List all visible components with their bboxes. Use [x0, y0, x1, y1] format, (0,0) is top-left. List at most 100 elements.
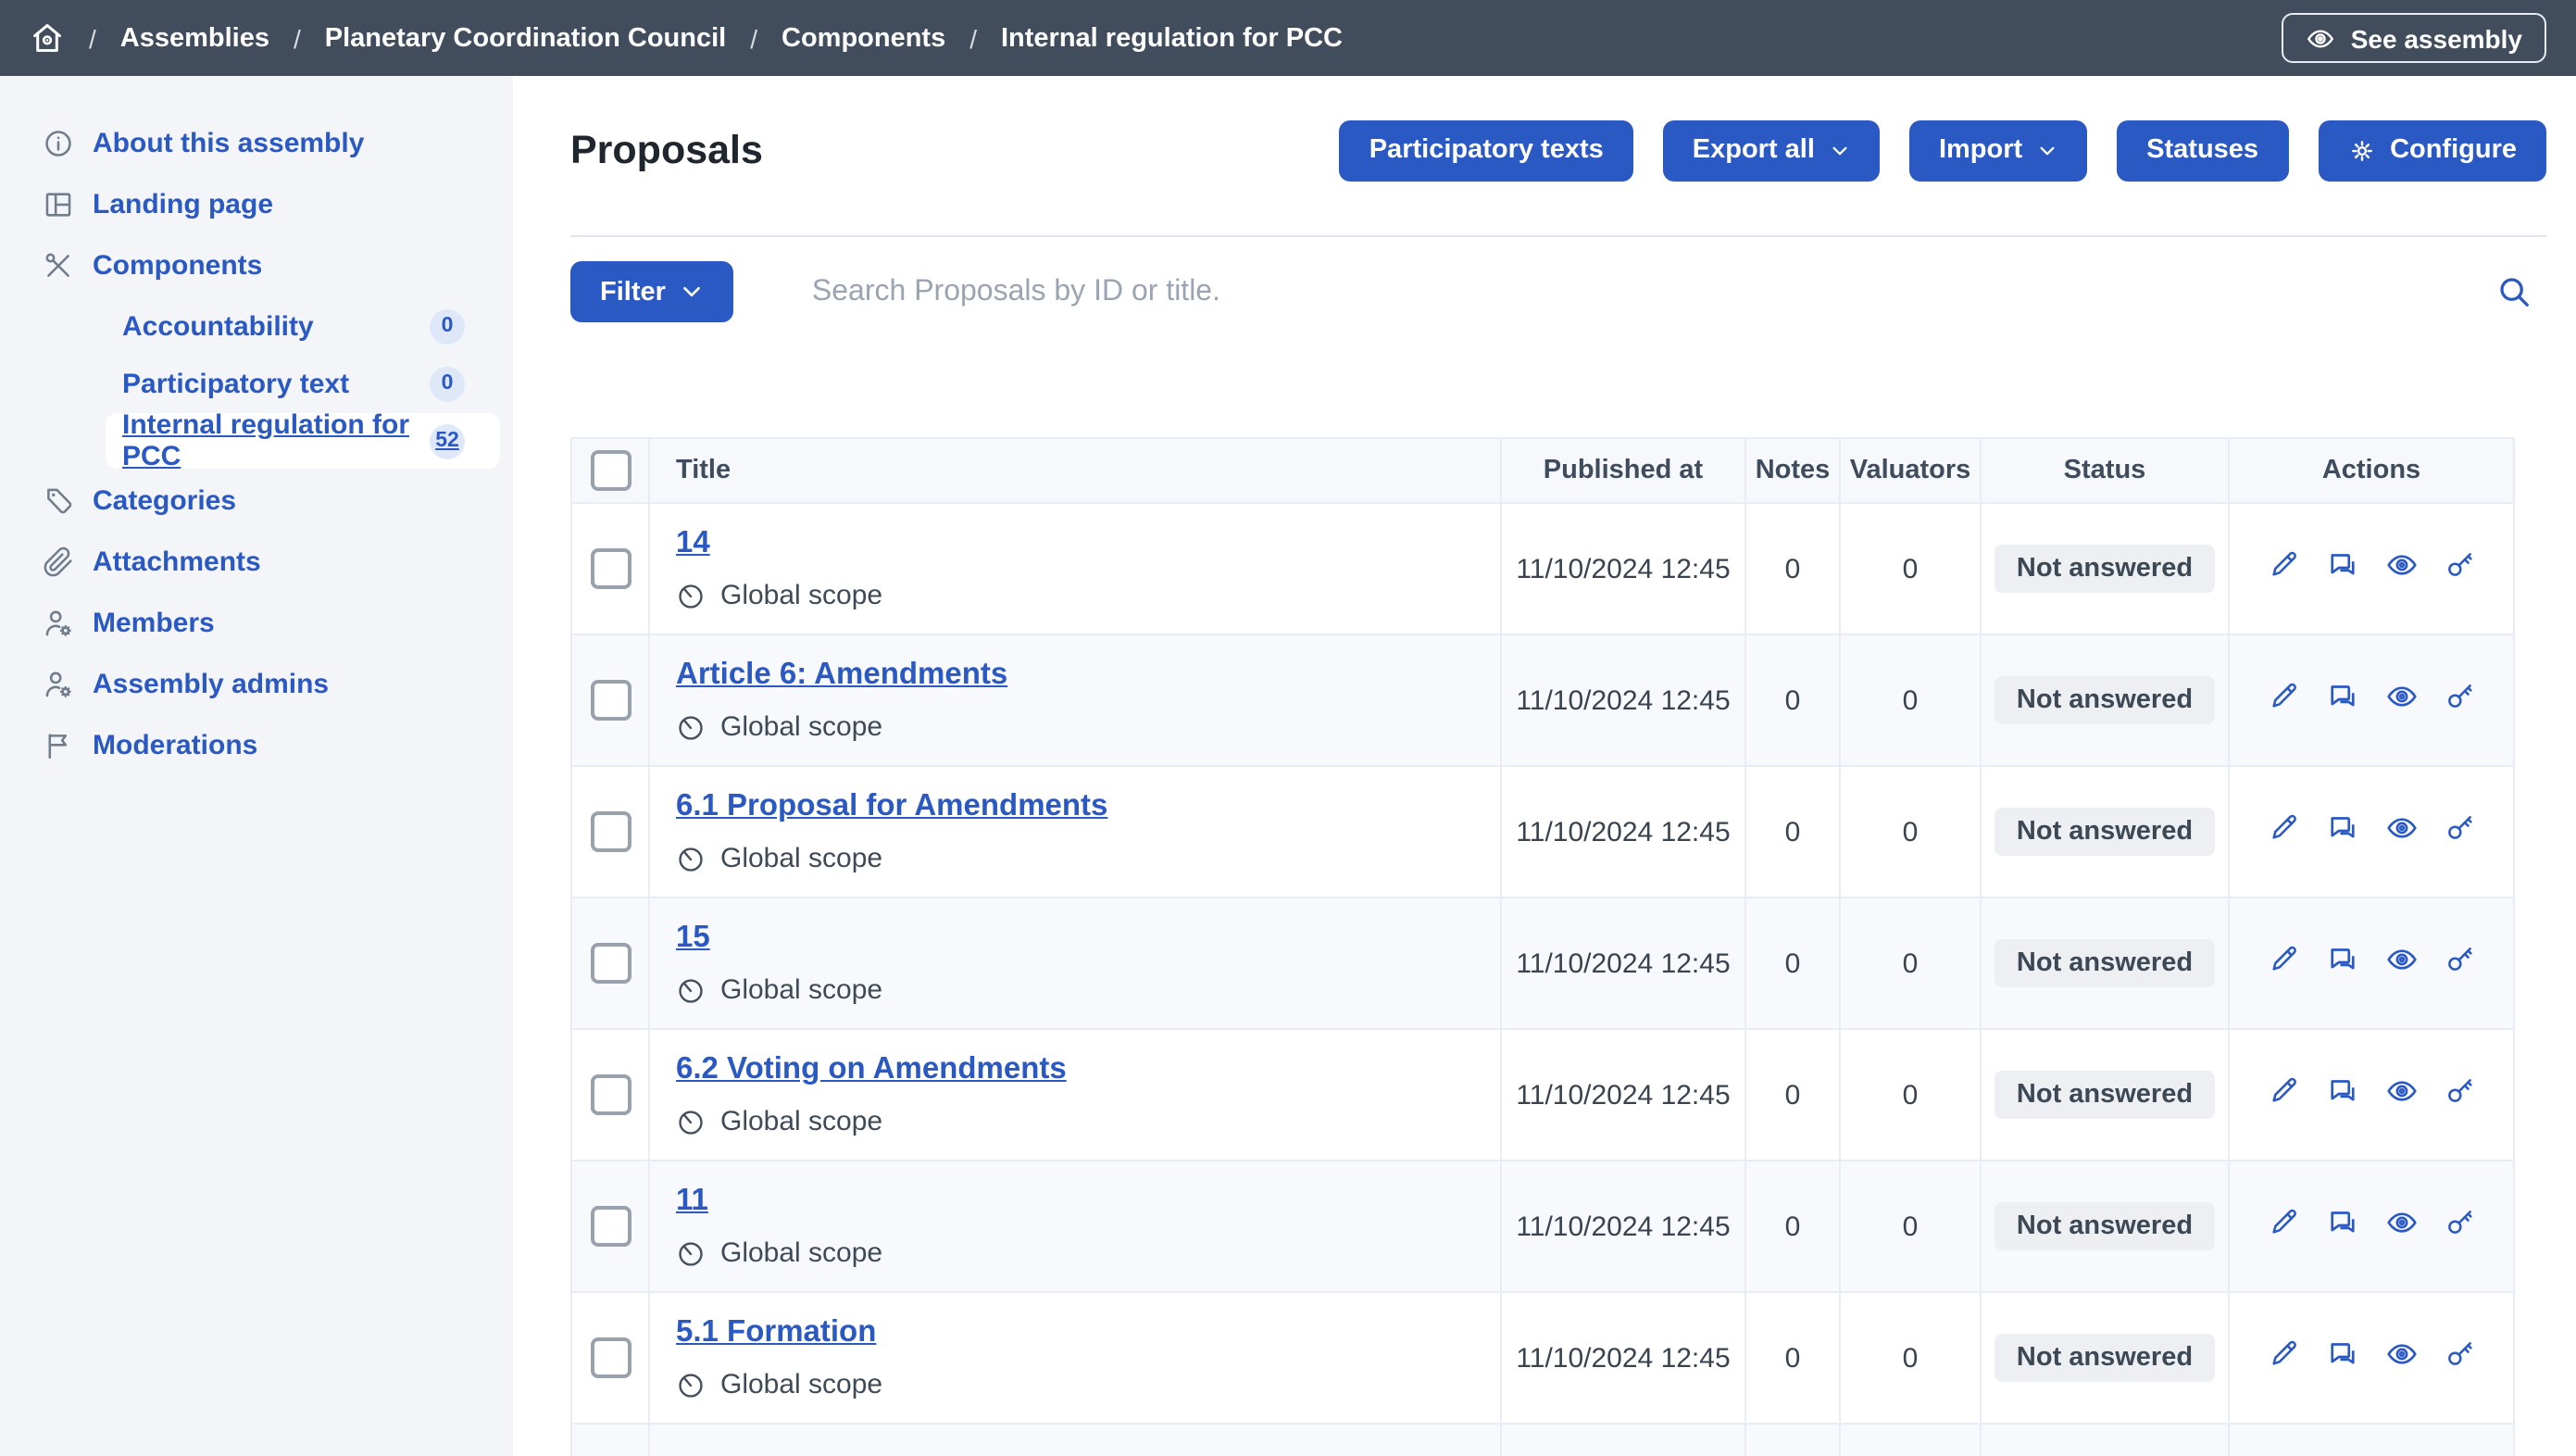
- edit-proposal-button[interactable]: [2268, 549, 2299, 581]
- export-all-button[interactable]: Export all: [1663, 119, 1880, 181]
- proposal-title-link[interactable]: 6.2 Voting on Amendments: [676, 1052, 1067, 1086]
- edit-proposal-button[interactable]: [2268, 1207, 2299, 1238]
- table-header-row: Title Published at Notes Valuators Statu…: [571, 438, 2514, 503]
- published-at-cell: 11/10/2024 12:45: [1501, 766, 1745, 897]
- permissions-button[interactable]: [2444, 944, 2475, 975]
- preview-proposal-button[interactable]: [2384, 1206, 2418, 1239]
- valuators-count-cell: 0: [1840, 766, 1981, 897]
- row-checkbox[interactable]: [590, 680, 631, 721]
- sidebar-item-accountability[interactable]: Accountability 0: [106, 298, 500, 354]
- answer-proposal-button[interactable]: [2325, 1074, 2358, 1108]
- row-checkbox[interactable]: [590, 1337, 631, 1378]
- answer-proposal-button[interactable]: [2325, 548, 2358, 582]
- status-badge: Not answered: [1995, 676, 2215, 724]
- import-button[interactable]: Import: [1909, 119, 2087, 181]
- search-button[interactable]: [2493, 270, 2535, 313]
- permissions-button[interactable]: [2444, 549, 2475, 581]
- filter-button[interactable]: Filter: [570, 261, 734, 322]
- globe-icon: [676, 581, 706, 610]
- valuators-count-cell: 0: [1840, 1029, 1981, 1161]
- statuses-button[interactable]: Statuses: [2117, 119, 2288, 181]
- valuators-count-cell: 0: [1840, 1292, 1981, 1424]
- table-row: 12: [571, 1424, 2514, 1456]
- permissions-button[interactable]: [2444, 812, 2475, 844]
- search-input[interactable]: [808, 273, 2493, 310]
- proposal-title-link[interactable]: 11: [676, 1184, 708, 1217]
- permissions-button[interactable]: [2444, 1338, 2475, 1370]
- see-assembly-button[interactable]: See assembly: [2282, 13, 2546, 63]
- answer-proposal-button[interactable]: [2325, 1337, 2358, 1371]
- edit-proposal-button[interactable]: [2268, 681, 2299, 712]
- table-row: 5.1 Formation Global scope 11/10/2024 12…: [571, 1292, 2514, 1424]
- preview-proposal-button[interactable]: [2384, 680, 2418, 713]
- proposal-title-link[interactable]: 14: [676, 526, 710, 559]
- permissions-button[interactable]: [2444, 681, 2475, 712]
- flag-icon: [43, 730, 74, 761]
- published-at-cell: 11/10/2024 12:45: [1501, 1161, 1745, 1292]
- row-checkbox[interactable]: [590, 1074, 631, 1115]
- participatory-texts-button[interactable]: Participatory texts: [1340, 119, 1633, 181]
- permissions-button[interactable]: [2444, 1075, 2475, 1107]
- proposal-title-link[interactable]: 5.1 Formation: [676, 1315, 876, 1349]
- sidebar-item-attachments[interactable]: Attachments: [0, 532, 513, 593]
- preview-proposal-button[interactable]: [2384, 811, 2418, 845]
- chat-icon: [2325, 1337, 2358, 1371]
- published-at-cell: 11/10/2024 12:45: [1501, 1292, 1745, 1424]
- proposal-title-link[interactable]: Article 6: Amendments: [676, 658, 1007, 691]
- sidebar-item-members[interactable]: Members: [0, 593, 513, 654]
- preview-proposal-button[interactable]: [2384, 548, 2418, 582]
- table-row: Article 6: Amendments Global scope 11/10…: [571, 634, 2514, 766]
- tools-icon: [43, 250, 74, 282]
- sidebar-item-categories[interactable]: Categories: [0, 471, 513, 532]
- edit-proposal-button[interactable]: [2268, 812, 2299, 844]
- preview-proposal-button[interactable]: [2384, 1074, 2418, 1108]
- preview-proposal-button[interactable]: [2384, 943, 2418, 976]
- breadcrumb-assemblies[interactable]: Assemblies: [120, 23, 269, 53]
- row-checkbox[interactable]: [590, 1206, 631, 1247]
- sidebar-item-landing-page[interactable]: Landing page: [0, 174, 513, 235]
- answer-proposal-button[interactable]: [2325, 811, 2358, 845]
- breadcrumb-assembly-name[interactable]: Planetary Coordination Council: [325, 23, 726, 53]
- valuators-count-cell: 0: [1840, 503, 1981, 634]
- proposal-title-link[interactable]: 15: [676, 921, 710, 954]
- preview-proposal-button[interactable]: [2384, 1337, 2418, 1371]
- configure-button[interactable]: Configure: [2318, 119, 2546, 181]
- row-checkbox[interactable]: [590, 811, 631, 852]
- row-checkbox[interactable]: [590, 548, 631, 589]
- proposal-title-link[interactable]: 6.1 Proposal for Amendments: [676, 789, 1107, 822]
- toolbar: Participatory texts Export all Import St…: [1340, 119, 2546, 181]
- answer-proposal-button[interactable]: [2325, 680, 2358, 713]
- row-checkbox[interactable]: [590, 943, 631, 984]
- permissions-button[interactable]: [2444, 1207, 2475, 1238]
- globe-icon: [676, 712, 706, 742]
- select-all-checkbox[interactable]: [590, 450, 631, 491]
- chevron-down-icon: [681, 280, 705, 304]
- key-icon: [2444, 812, 2475, 844]
- answer-proposal-button[interactable]: [2325, 943, 2358, 976]
- decidim-admin-proposals-page: / Assemblies / Planetary Coordination Co…: [0, 0, 2576, 1456]
- published-at-cell: [1501, 1424, 1745, 1456]
- breadcrumb-components[interactable]: Components: [782, 23, 945, 53]
- answer-proposal-button[interactable]: [2325, 1206, 2358, 1239]
- table-row: 14 Global scope 11/10/2024 12:45 0 0 Not…: [571, 503, 2514, 634]
- edit-proposal-button[interactable]: [2268, 1075, 2299, 1107]
- edit-proposal-button[interactable]: [2268, 944, 2299, 975]
- sidebar-item-about[interactable]: About this assembly: [0, 113, 513, 174]
- notes-count-cell: [1745, 1424, 1840, 1456]
- header-actions: Actions: [2229, 438, 2514, 503]
- breadcrumb-home-link[interactable]: [30, 20, 65, 56]
- proposals-table: Title Published at Notes Valuators Statu…: [570, 437, 2515, 1456]
- status-badge: Not answered: [1995, 939, 2215, 987]
- sidebar-item-components[interactable]: Components: [0, 235, 513, 296]
- breadcrumb-current-component[interactable]: Internal regulation for PCC: [1001, 23, 1343, 53]
- chat-icon: [2325, 1074, 2358, 1108]
- sidebar-item-moderations[interactable]: Moderations: [0, 715, 513, 776]
- sidebar-item-assembly-admins[interactable]: Assembly admins: [0, 654, 513, 715]
- notes-count-cell: 0: [1745, 634, 1840, 766]
- eye-icon: [2307, 23, 2336, 53]
- layout-icon: [43, 189, 74, 220]
- chat-icon: [2325, 680, 2358, 713]
- edit-proposal-button[interactable]: [2268, 1338, 2299, 1370]
- sidebar-item-internal-regulation[interactable]: Internal regulation for PCC 52: [106, 413, 500, 469]
- sidebar-item-participatory-text[interactable]: Participatory text 0: [106, 356, 500, 411]
